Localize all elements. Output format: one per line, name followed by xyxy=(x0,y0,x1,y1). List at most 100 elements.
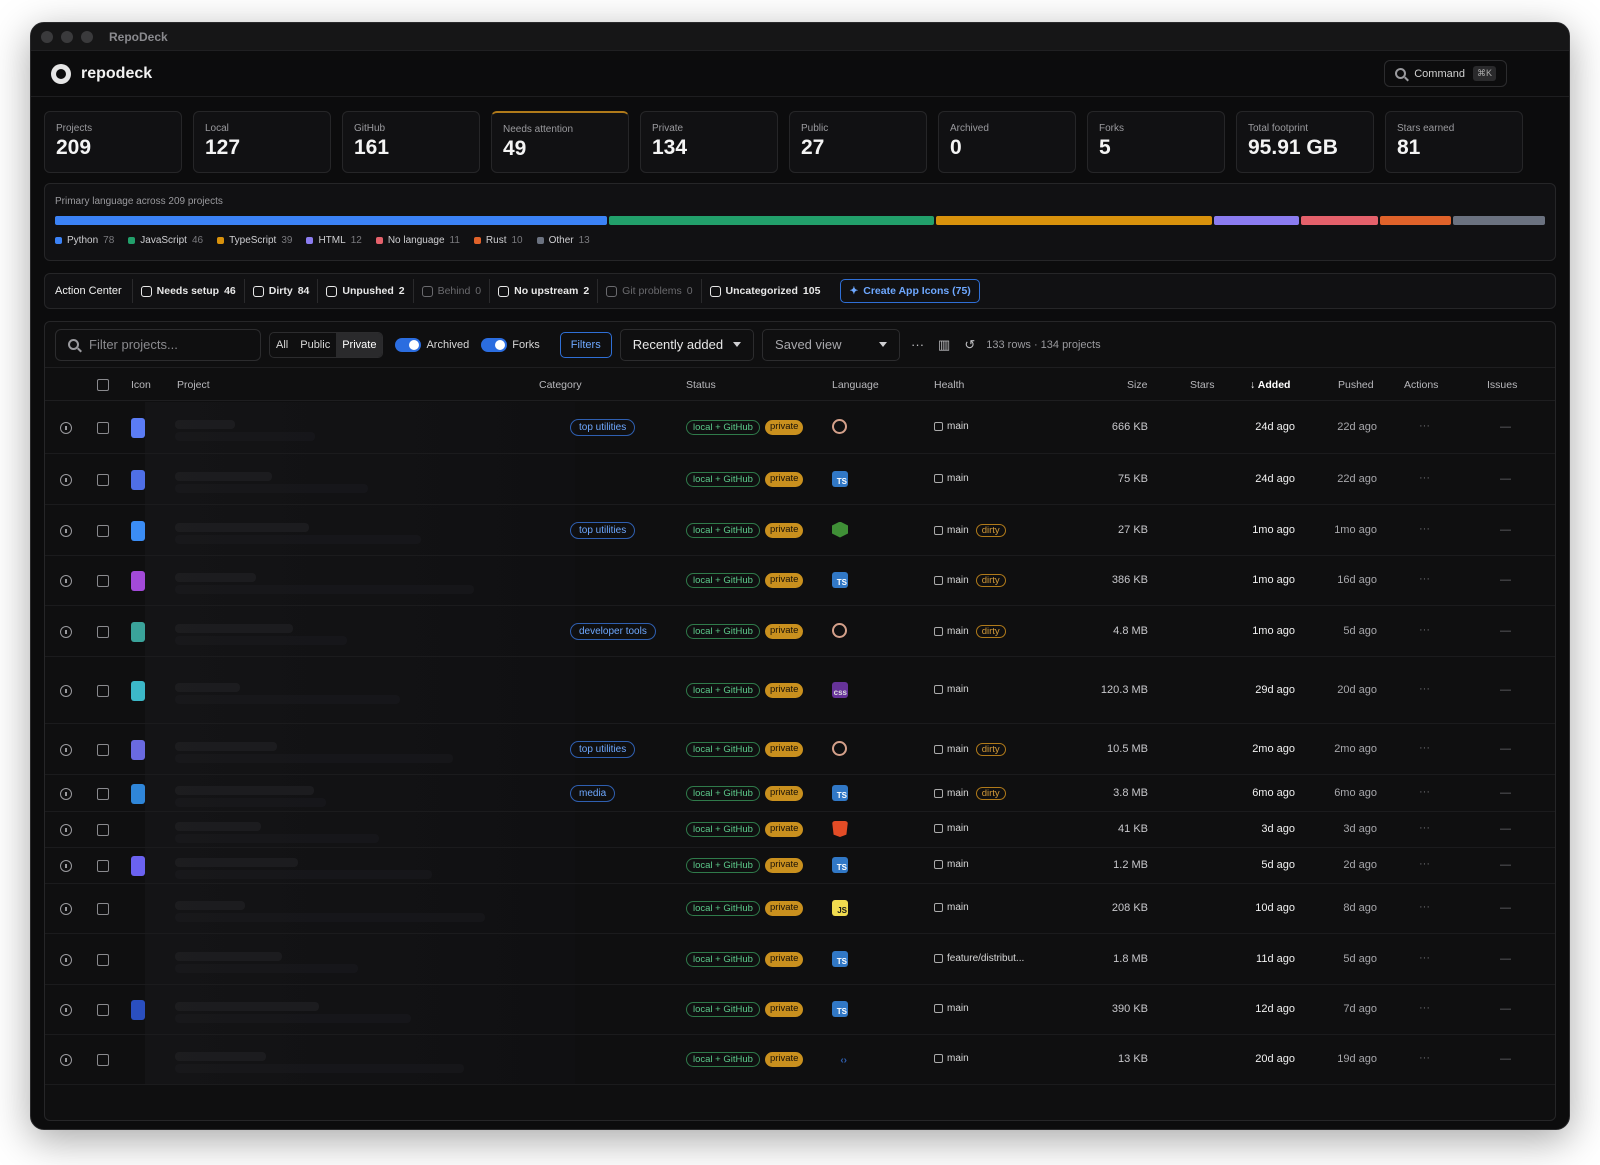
filter-projects-input[interactable]: Filter projects... xyxy=(55,328,261,361)
stat-card[interactable]: Local 127 xyxy=(193,111,331,173)
info-icon[interactable] xyxy=(60,953,72,966)
stat-card[interactable]: Private 134 xyxy=(640,111,778,173)
table-row[interactable]: top utilities local + GitHub private main di… xyxy=(45,724,1555,775)
row-checkbox[interactable] xyxy=(97,473,109,486)
row-checkbox[interactable] xyxy=(97,953,109,966)
stat-card[interactable]: Stars earned 81 xyxy=(1385,111,1523,173)
table-row[interactable]: local + GitHub private main 41 KB 3d ago 3d a… xyxy=(45,812,1555,848)
saved-view-dropdown[interactable]: Saved view xyxy=(762,328,901,361)
column-size[interactable]: Size xyxy=(1127,379,1147,391)
segment-all[interactable]: All xyxy=(270,333,294,357)
row-checkbox[interactable] xyxy=(97,684,109,697)
action-chip-git-problems[interactable]: Git problems 0 xyxy=(597,279,700,303)
row-actions-button[interactable]: ··· xyxy=(1419,742,1430,754)
stat-card[interactable]: Forks 5 xyxy=(1087,111,1225,173)
table-row[interactable]: local + GitHub private JS main 208 KB 10d ago… xyxy=(45,884,1555,934)
row-checkbox[interactable] xyxy=(97,903,109,915)
stat-card[interactable]: GitHub 161 xyxy=(342,111,480,173)
row-actions-button[interactable]: ··· xyxy=(1419,858,1430,870)
column-health[interactable]: Health xyxy=(934,379,964,391)
action-chip-needs-setup[interactable]: Needs setup 46 xyxy=(131,279,244,303)
action-chip-unpushed[interactable]: Unpushed 2 xyxy=(317,279,412,303)
category-badge[interactable]: top utilities xyxy=(570,419,636,436)
table-row[interactable]: local + GitHub private TS main dirty 386 KB 1m… xyxy=(45,556,1555,606)
sort-dropdown[interactable]: Recently added xyxy=(619,328,755,361)
stat-card[interactable]: Projects 209 xyxy=(44,111,182,173)
close-window-button[interactable] xyxy=(41,30,53,43)
columns-icon[interactable]: ▥ xyxy=(935,337,953,353)
segment-private[interactable]: Private xyxy=(336,332,383,357)
table-row[interactable]: local + GitHub private ‹› main 13 KB 20d ago 1… xyxy=(45,1035,1555,1085)
row-actions-button[interactable]: ··· xyxy=(1419,683,1430,695)
info-icon[interactable] xyxy=(60,860,72,872)
column-language[interactable]: Language xyxy=(832,379,879,391)
info-icon[interactable] xyxy=(60,684,72,697)
column-added[interactable]: ↓ Added xyxy=(1250,379,1290,391)
column-category[interactable]: Category xyxy=(539,379,582,391)
row-actions-button[interactable]: ··· xyxy=(1419,523,1430,535)
create-app-icons-button[interactable]: ✦ Create App Icons (75) xyxy=(840,279,980,303)
row-checkbox[interactable] xyxy=(97,787,109,800)
forks-toggle[interactable]: Forks xyxy=(481,337,540,352)
row-actions-button[interactable]: ··· xyxy=(1419,1052,1430,1064)
column-status[interactable]: Status xyxy=(686,379,716,391)
row-actions-button[interactable]: ··· xyxy=(1419,624,1430,636)
row-checkbox[interactable] xyxy=(97,1004,109,1016)
category-badge[interactable]: top utilities xyxy=(570,740,636,758)
info-icon[interactable] xyxy=(60,625,72,638)
archived-toggle[interactable]: Archived xyxy=(395,337,469,352)
action-chip-behind[interactable]: Behind 0 xyxy=(412,279,490,303)
column-issues[interactable]: Issues xyxy=(1487,379,1517,391)
row-checkbox[interactable] xyxy=(97,860,109,872)
table-row[interactable]: media local + GitHub private TS main dirty 3.8… xyxy=(45,775,1555,812)
row-checkbox[interactable] xyxy=(97,743,109,756)
info-icon[interactable] xyxy=(60,473,72,486)
segment-public[interactable]: Public xyxy=(294,333,336,357)
row-checkbox[interactable] xyxy=(97,524,109,537)
row-actions-button[interactable]: ··· xyxy=(1419,901,1430,913)
filters-button[interactable]: Filters xyxy=(559,331,612,358)
column-icon[interactable]: Icon xyxy=(131,379,151,391)
info-icon[interactable] xyxy=(60,422,72,434)
row-checkbox[interactable] xyxy=(97,422,109,434)
more-options-icon[interactable]: ··· xyxy=(908,337,927,352)
row-actions-button[interactable]: ··· xyxy=(1419,786,1430,798)
row-checkbox[interactable] xyxy=(97,625,109,638)
info-icon[interactable] xyxy=(60,1004,72,1016)
row-actions-button[interactable]: ··· xyxy=(1419,1002,1430,1014)
action-chip-uncategorized[interactable]: Uncategorized 105 xyxy=(700,279,829,303)
info-icon[interactable] xyxy=(60,575,72,587)
row-checkbox[interactable] xyxy=(97,824,109,836)
table-row[interactable]: local + GitHub private css main 120.3 MB 29d … xyxy=(45,657,1555,724)
stat-card[interactable]: Total footprint 95.91 GB xyxy=(1236,111,1374,173)
row-actions-button[interactable]: ··· xyxy=(1419,472,1430,484)
row-actions-button[interactable]: ··· xyxy=(1419,822,1430,834)
stat-card[interactable]: Needs attention 49 xyxy=(491,111,629,173)
category-badge[interactable]: top utilities xyxy=(570,521,636,539)
column-stars[interactable]: Stars xyxy=(1190,379,1215,391)
info-icon[interactable] xyxy=(60,524,72,537)
zoom-window-button[interactable] xyxy=(81,30,93,43)
row-actions-button[interactable]: ··· xyxy=(1419,952,1430,964)
table-row[interactable]: local + GitHub private TS main 390 KB 12d ago… xyxy=(45,985,1555,1035)
info-icon[interactable] xyxy=(60,903,72,915)
category-badge[interactable]: media xyxy=(570,784,616,802)
info-icon[interactable] xyxy=(60,824,72,836)
select-all-checkbox[interactable] xyxy=(97,379,109,391)
info-icon[interactable] xyxy=(60,787,72,800)
category-badge[interactable]: developer tools xyxy=(570,622,656,640)
table-row[interactable]: local + GitHub private TS main 75 KB 24d ago 2… xyxy=(45,454,1555,505)
row-checkbox[interactable] xyxy=(97,575,109,587)
info-icon[interactable] xyxy=(60,1054,72,1066)
action-chip-no-upstream[interactable]: No upstream 2 xyxy=(489,279,597,303)
history-icon[interactable]: ↺ xyxy=(961,337,978,353)
row-checkbox[interactable] xyxy=(97,1054,109,1066)
row-actions-button[interactable]: ··· xyxy=(1419,420,1430,432)
table-row[interactable]: top utilities local + GitHub private main di… xyxy=(45,505,1555,556)
column-project[interactable]: Project xyxy=(177,379,210,391)
row-actions-button[interactable]: ··· xyxy=(1419,573,1430,585)
table-row[interactable]: local + GitHub private TS feature/distribut… xyxy=(45,934,1555,985)
command-palette-button[interactable]: Command ⌘K xyxy=(1384,60,1507,87)
table-row[interactable]: developer tools local + GitHub private main… xyxy=(45,606,1555,657)
minimize-window-button[interactable] xyxy=(61,30,73,43)
